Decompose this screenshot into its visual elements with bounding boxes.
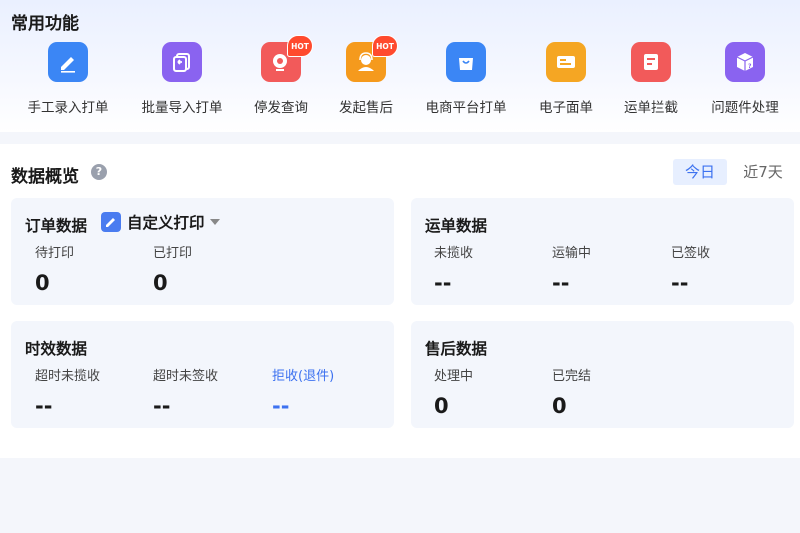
aftersale-data-card: 售后数据 处理中 0 已完结 0	[411, 321, 794, 428]
batch-import-button[interactable]: 批量导入打单	[127, 42, 237, 116]
pencil-edit-icon	[48, 42, 88, 82]
manual-entry-button[interactable]: 手工录入打单	[13, 42, 123, 116]
signed-stat: 已签收 --	[671, 242, 786, 295]
stat-value: --	[35, 394, 53, 418]
range-7-days-tab[interactable]: 近7天	[738, 159, 788, 185]
batch-import-label: 批量导入打单	[141, 100, 223, 116]
completed-stat: 已完结 0	[552, 365, 667, 418]
waybill-data-card: 运单数据 未揽收 -- 运输中 -- 已签收 --	[411, 198, 794, 305]
hot-badge: HOT	[287, 35, 313, 57]
waybill-intercept-icon	[631, 42, 671, 82]
printed-stat: 已打印 0	[153, 242, 268, 295]
not-collected-stat: 未揽收 --	[434, 242, 549, 295]
shopping-bag-icon	[446, 42, 486, 82]
custom-print-label: 自定义打印	[127, 214, 205, 232]
processing-stat: 处理中 0	[434, 365, 549, 418]
common-functions-section: 常用功能 手工录入打单 批量导入打单 HOT 停发查询 HOT 发起售后 电商平…	[0, 0, 800, 132]
stat-value: --	[153, 394, 171, 418]
location-pin-icon: HOT	[261, 35, 313, 82]
overdue-not-signed-stat: 超时未签收 --	[153, 365, 268, 418]
import-icon	[162, 42, 202, 82]
problem-package-button[interactable]: ? 问题件处理	[690, 42, 800, 116]
stat-label: 拒收(退件)	[272, 369, 335, 384]
common-functions-title: 常用功能	[11, 14, 79, 34]
stat-value: 0	[153, 271, 168, 295]
stat-label: 运输中	[552, 246, 592, 261]
stat-value: --	[272, 394, 290, 418]
stat-label: 已打印	[153, 246, 193, 261]
timeliness-data-title: 时效数据	[25, 340, 88, 358]
order-data-title: 订单数据	[25, 217, 88, 235]
function-list: 手工录入打单 批量导入打单 HOT 停发查询 HOT 发起售后 电商平台打单 电…	[0, 35, 800, 122]
stat-label: 已完结	[552, 369, 592, 384]
rejected-return-stat[interactable]: 拒收(退件) --	[272, 365, 387, 418]
custom-print-dropdown[interactable]: 自定义打印	[101, 211, 220, 233]
stat-value: 0	[35, 271, 50, 295]
after-sale-label: 发起售后	[339, 100, 393, 116]
stat-label: 待打印	[35, 246, 75, 261]
stat-label: 超时未签收	[153, 369, 219, 384]
stat-value: 0	[434, 394, 449, 418]
ecommerce-print-button[interactable]: 电商平台打单	[411, 42, 521, 116]
stat-label: 超时未揽收	[35, 369, 101, 384]
aftersale-data-title: 售后数据	[425, 340, 488, 358]
data-overview-title: 数据概览	[11, 167, 79, 187]
overdue-not-collected-stat: 超时未揽收 --	[35, 365, 150, 418]
help-icon[interactable]: ?	[91, 164, 107, 180]
ecommerce-print-label: 电商平台打单	[425, 100, 507, 116]
problem-package-icon: ?	[725, 42, 765, 82]
stat-label: 未揽收	[434, 246, 474, 261]
caret-down-icon	[209, 219, 220, 225]
stat-value: --	[552, 271, 570, 295]
waybill-card-icon	[546, 42, 586, 82]
service-agent-icon: HOT	[346, 35, 398, 82]
data-overview-section: 数据概览 ? 今日 近7天 订单数据 自定义打印 待打印 0 已打印 0 运单数…	[0, 144, 800, 458]
stat-value: --	[671, 271, 689, 295]
after-sale-button[interactable]: HOT 发起售后	[311, 35, 421, 116]
edit-icon	[101, 212, 121, 232]
stat-label: 处理中	[434, 369, 474, 384]
stat-label: 已签收	[671, 246, 711, 261]
timeliness-data-card: 时效数据 超时未揽收 -- 超时未签收 -- 拒收(退件) --	[11, 321, 394, 428]
range-today-tab[interactable]: 今日	[673, 159, 727, 185]
manual-entry-label: 手工录入打单	[27, 100, 109, 116]
problem-package-label: 问题件处理	[711, 100, 779, 116]
stat-value: --	[434, 271, 452, 295]
waybill-data-title: 运单数据	[425, 217, 488, 235]
svg-text:?: ?	[748, 63, 752, 70]
pending-print-stat: 待打印 0	[35, 242, 150, 295]
hot-badge: HOT	[372, 35, 398, 57]
stat-value: 0	[552, 394, 567, 418]
order-data-card: 订单数据 自定义打印 待打印 0 已打印 0	[11, 198, 394, 305]
in-transit-stat: 运输中 --	[552, 242, 667, 295]
